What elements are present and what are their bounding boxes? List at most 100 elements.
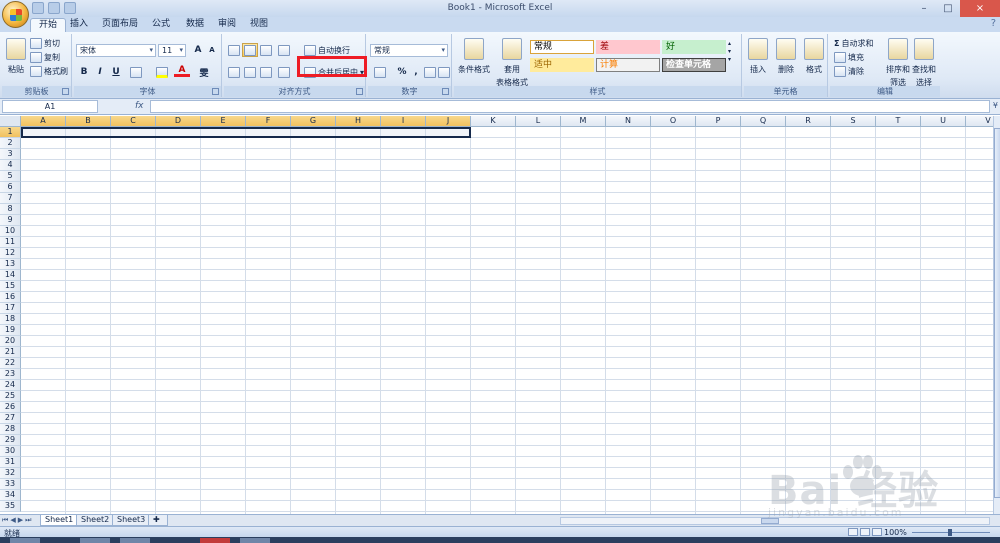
column-header-h[interactable]: H [336, 116, 381, 127]
conditional-formatting-button[interactable]: 条件格式 [456, 38, 492, 75]
clear-button[interactable]: 清除 [834, 66, 864, 77]
align-bottom-button[interactable] [258, 43, 274, 57]
style-normal[interactable]: 常规 [530, 40, 594, 54]
tab-insert[interactable]: 插入 [62, 18, 96, 32]
currency-button[interactable] [370, 65, 390, 79]
align-right-button[interactable] [258, 65, 274, 79]
column-header-f[interactable]: F [246, 116, 291, 127]
style-check-cell[interactable]: 检查单元格 [662, 58, 726, 72]
row-header-21[interactable]: 21 [0, 347, 21, 358]
column-header-b[interactable]: B [66, 116, 111, 127]
expand-formula-icon[interactable]: ¥ [993, 101, 998, 110]
column-header-p[interactable]: P [696, 116, 741, 127]
row-header-19[interactable]: 19 [0, 325, 21, 336]
column-header-c[interactable]: C [111, 116, 156, 127]
row-header-27[interactable]: 27 [0, 413, 21, 424]
column-header-m[interactable]: M [561, 116, 606, 127]
dialog-launcher-icon[interactable] [212, 88, 219, 95]
taskbar-item[interactable] [200, 538, 230, 543]
taskbar-item[interactable] [80, 538, 110, 543]
maximize-button[interactable]: □ [936, 0, 960, 17]
wrap-text-button[interactable]: 自动换行 [304, 45, 350, 56]
sheet-tab-2[interactable]: Sheet2 [76, 515, 115, 526]
row-header-35[interactable]: 35 [0, 501, 21, 512]
number-format-select[interactable]: 常规 [370, 44, 448, 57]
copy-button[interactable]: 复制 [30, 52, 60, 63]
prev-sheet-icon[interactable]: ◀ [10, 516, 15, 525]
row-header-30[interactable]: 30 [0, 446, 21, 457]
last-sheet-icon[interactable]: ⏭ [25, 516, 31, 525]
formula-input[interactable] [150, 100, 990, 113]
row-header-14[interactable]: 14 [0, 270, 21, 281]
align-top-button[interactable] [226, 43, 242, 57]
row-header-25[interactable]: 25 [0, 391, 21, 402]
column-header-t[interactable]: T [876, 116, 921, 127]
sort-filter-button[interactable]: 排序和 筛选 [886, 38, 910, 88]
format-painter-button[interactable]: 格式刷 [30, 66, 68, 77]
page-layout-view-icon[interactable] [860, 528, 870, 536]
fill-button[interactable]: 填充 [834, 52, 864, 63]
row-header-26[interactable]: 26 [0, 402, 21, 413]
tab-review[interactable]: 审阅 [210, 18, 244, 32]
row-header-24[interactable]: 24 [0, 380, 21, 391]
row-header-5[interactable]: 5 [0, 171, 21, 182]
minimize-button[interactable]: – [912, 0, 936, 17]
row-header-33[interactable]: 33 [0, 479, 21, 490]
column-header-k[interactable]: K [471, 116, 516, 127]
column-header-q[interactable]: Q [741, 116, 786, 127]
border-button[interactable] [128, 65, 144, 79]
tab-data[interactable]: 数据 [178, 18, 212, 32]
page-break-view-icon[interactable] [872, 528, 882, 536]
next-sheet-icon[interactable]: ▶ [18, 516, 23, 525]
vertical-scroll-thumb[interactable] [994, 128, 1000, 498]
phonetic-button[interactable]: 雯 [196, 65, 212, 79]
format-as-table-button[interactable]: 套用 表格格式 [496, 38, 528, 88]
sheet-tab-1[interactable]: Sheet1 [40, 515, 79, 526]
first-sheet-icon[interactable]: ⏮ [2, 516, 8, 525]
delete-button[interactable]: 删除 [774, 38, 798, 75]
font-name-select[interactable]: 宋体 [76, 44, 156, 57]
column-header-d[interactable]: D [156, 116, 201, 127]
row-header-29[interactable]: 29 [0, 435, 21, 446]
underline-button[interactable]: U [108, 65, 124, 79]
row-header-12[interactable]: 12 [0, 248, 21, 259]
close-button[interactable]: × [960, 0, 1000, 17]
column-header-r[interactable]: R [786, 116, 831, 127]
zoom-slider[interactable] [912, 529, 990, 536]
row-header-22[interactable]: 22 [0, 358, 21, 369]
align-center-button[interactable] [242, 65, 258, 79]
taskbar-item[interactable] [120, 538, 150, 543]
column-header-e[interactable]: E [201, 116, 246, 127]
insert-sheet-icon[interactable]: ✚ [148, 515, 168, 526]
styles-gallery-scroll[interactable]: ▴ ▾ ▾ [728, 40, 731, 63]
vertical-scrollbar[interactable] [993, 116, 1000, 514]
row-header-3[interactable]: 3 [0, 149, 21, 160]
row-header-8[interactable]: 8 [0, 204, 21, 215]
autosum-button[interactable]: Σ 自动求和 [834, 38, 873, 49]
row-header-4[interactable]: 4 [0, 160, 21, 171]
row-header-6[interactable]: 6 [0, 182, 21, 193]
column-header-a[interactable]: A [21, 116, 66, 127]
name-box[interactable]: A1 [2, 100, 98, 113]
decrease-indent-button[interactable] [276, 65, 292, 79]
tab-page-layout[interactable]: 页面布局 [94, 18, 146, 32]
office-button[interactable] [2, 1, 29, 28]
column-header-u[interactable]: U [921, 116, 966, 127]
dialog-launcher-icon[interactable] [62, 88, 69, 95]
insert-button[interactable]: 插入 [746, 38, 770, 75]
insert-function-icon[interactable]: fx [135, 101, 144, 111]
align-middle-button[interactable] [242, 43, 258, 57]
cut-button[interactable]: 剪切 [30, 38, 60, 49]
normal-view-icon[interactable] [848, 528, 858, 536]
format-button[interactable]: 格式 [802, 38, 826, 75]
style-bad[interactable]: 差 [596, 40, 660, 54]
row-header-31[interactable]: 31 [0, 457, 21, 468]
style-calculation[interactable]: 计算 [596, 58, 660, 72]
shrink-font-button[interactable]: A [204, 43, 220, 57]
column-header-v[interactable]: V [966, 116, 993, 127]
column-header-l[interactable]: L [516, 116, 561, 127]
taskbar-item[interactable] [240, 538, 270, 543]
row-header-11[interactable]: 11 [0, 237, 21, 248]
taskbar-item[interactable] [10, 538, 40, 543]
dialog-launcher-icon[interactable] [442, 88, 449, 95]
